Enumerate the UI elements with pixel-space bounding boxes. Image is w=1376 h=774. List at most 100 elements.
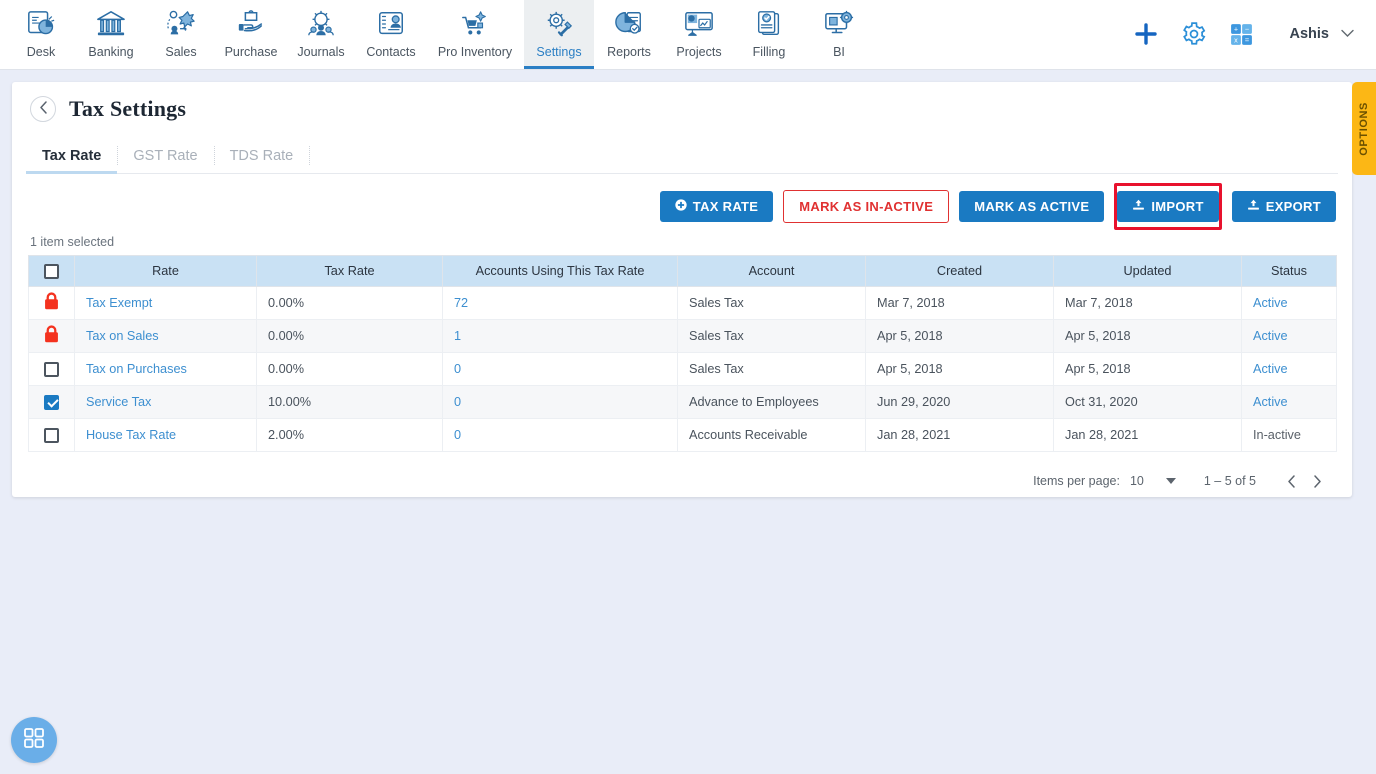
tab-gst-rate[interactable]: GST Rate xyxy=(117,138,213,173)
row-select-cell xyxy=(28,385,75,419)
status-badge[interactable]: Active xyxy=(1253,329,1288,343)
cell-accounts-using: 0 xyxy=(442,352,678,386)
back-button[interactable] xyxy=(30,96,56,122)
lock-icon xyxy=(43,325,60,347)
accounts-using-link[interactable]: 0 xyxy=(454,362,461,376)
status-badge[interactable]: Active xyxy=(1253,395,1288,409)
column-header-rate: Rate xyxy=(74,255,257,287)
chevron-down-icon xyxy=(1341,26,1354,42)
export-button[interactable]: EXPORT xyxy=(1231,191,1336,222)
row-checkbox[interactable] xyxy=(44,427,59,443)
nav-item-label: Reports xyxy=(607,45,651,59)
apps-fab-button[interactable] xyxy=(11,717,57,763)
mark-as-inactive-button[interactable]: MARK AS IN-ACTIVE xyxy=(783,190,950,223)
select-all-checkbox[interactable] xyxy=(44,263,59,279)
cell-status: Active xyxy=(1241,319,1337,353)
tab-tax-rate[interactable]: Tax Rate xyxy=(26,138,118,174)
calculator-icon[interactable]: + − x = xyxy=(1229,22,1254,47)
rate-link[interactable]: House Tax Rate xyxy=(86,428,176,442)
row-checkbox[interactable] xyxy=(44,361,59,377)
cell-tax-rate: 0.00% xyxy=(256,319,443,353)
column-header-label: Created xyxy=(936,264,983,278)
accounts-using-link[interactable]: 0 xyxy=(454,428,461,442)
svg-text:x: x xyxy=(1234,35,1238,44)
rate-link[interactable]: Tax on Purchases xyxy=(86,362,187,376)
table-row[interactable]: Tax on Sales 0.00% 1 Sales Tax Apr 5, 2018 Ap… xyxy=(28,319,1337,353)
previous-page-button[interactable] xyxy=(1278,468,1304,494)
nav-item-label: Purchase xyxy=(224,45,278,59)
tax-rate-button[interactable]: TAX RATE xyxy=(659,191,774,222)
items-per-page-value[interactable]: 10 xyxy=(1130,474,1144,488)
cell-updated: Oct 31, 2020 xyxy=(1053,385,1242,419)
cell-status: Active xyxy=(1241,385,1337,419)
mark-as-inactive-label: MARK AS IN-ACTIVE xyxy=(799,199,934,214)
cell-status: In-active xyxy=(1241,418,1337,452)
plus-icon[interactable] xyxy=(1133,21,1159,47)
cell-updated: Apr 5, 2018 xyxy=(1053,352,1242,386)
nav-item-filling[interactable]: Filling xyxy=(734,0,804,69)
contacts-card-icon xyxy=(376,7,406,41)
reports-pie-doc-icon xyxy=(614,7,644,41)
cell-created: Jun 29, 2020 xyxy=(865,385,1054,419)
user-menu[interactable]: Ashis xyxy=(1290,26,1355,42)
nav-item-purchase[interactable]: Purchase xyxy=(216,0,286,69)
nav-item-projects[interactable]: Projects xyxy=(664,0,734,69)
svg-text:+: + xyxy=(1233,24,1237,33)
items-per-page-dropdown-icon[interactable] xyxy=(1165,478,1176,484)
table-row[interactable]: Tax on Purchases 0.00% 0 Sales Tax Apr 5, 20… xyxy=(28,352,1337,386)
nav-item-banking[interactable]: Banking xyxy=(76,0,146,69)
table-row[interactable]: House Tax Rate 2.00% 0 Accounts Receivable J… xyxy=(28,418,1337,452)
import-button[interactable]: IMPORT xyxy=(1117,191,1219,222)
chevron-left-icon xyxy=(39,101,48,117)
cell-rate: Tax Exempt xyxy=(74,286,257,320)
cell-account: Sales Tax xyxy=(677,286,866,320)
nav-item-bi[interactable]: BI xyxy=(804,0,874,69)
nav-item-desk[interactable]: Desk xyxy=(6,0,76,69)
options-side-tab[interactable]: OPTIONS xyxy=(1352,82,1376,175)
export-button-label: EXPORT xyxy=(1265,199,1321,214)
mark-as-active-button[interactable]: MARK AS ACTIVE xyxy=(959,191,1105,222)
nav-item-journals[interactable]: Journals xyxy=(286,0,356,69)
rate-link[interactable]: Tax Exempt xyxy=(86,296,152,310)
action-button-row: TAX RATE MARK AS IN-ACTIVE MARK AS ACTIV… xyxy=(12,174,1352,230)
table-row[interactable]: Tax Exempt 0.00% 72 Sales Tax Mar 7, 2018 Mar… xyxy=(28,286,1337,320)
tab-tds-rate[interactable]: TDS Rate xyxy=(213,138,310,173)
options-side-tab-label: OPTIONS xyxy=(1358,101,1370,156)
rate-link[interactable]: Tax on Sales xyxy=(86,329,159,343)
rate-link[interactable]: Service Tax xyxy=(86,395,151,409)
status-badge[interactable]: Active xyxy=(1253,296,1288,310)
nav-item-label: Pro Inventory xyxy=(437,45,513,59)
accounts-using-link[interactable]: 72 xyxy=(454,296,468,310)
nav-item-contacts[interactable]: Contacts xyxy=(356,0,426,69)
cell-account: Accounts Receivable xyxy=(677,418,866,452)
selection-count-label: 1 item selected xyxy=(30,235,115,249)
status-badge[interactable]: Active xyxy=(1253,362,1288,376)
nav-item-label: Settings xyxy=(536,45,582,59)
column-header-label: Status xyxy=(1271,264,1307,278)
cell-rate: Tax on Purchases xyxy=(74,352,257,386)
cell-tax-rate: 2.00% xyxy=(256,418,443,452)
column-header-tax-rate: Tax Rate xyxy=(256,255,443,287)
tab-label: Tax Rate xyxy=(42,147,102,164)
table-body: Tax Exempt 0.00% 72 Sales Tax Mar 7, 2018 Mar… xyxy=(28,286,1337,452)
gear-icon[interactable] xyxy=(1181,21,1207,47)
nav-item-list: Desk Banking Sales Purchase Journals Contacts… xyxy=(0,0,874,69)
nav-item-sales[interactable]: Sales xyxy=(146,0,216,69)
accounts-using-link[interactable]: 0 xyxy=(454,395,461,409)
paginator: Items per page: 10 1 – 5 of 5 xyxy=(12,452,1352,494)
row-checkbox[interactable] xyxy=(44,394,59,410)
nav-item-label: Projects xyxy=(676,45,722,59)
cell-updated: Jan 28, 2021 xyxy=(1053,418,1242,452)
table-row[interactable]: Service Tax 10.00% 0 Advance to Employees Ju… xyxy=(28,385,1337,419)
cell-tax-rate: 10.00% xyxy=(256,385,443,419)
column-header-label: Account xyxy=(748,264,795,278)
top-navigation-bar: Desk Banking Sales Purchase Journals Contacts… xyxy=(0,0,1376,70)
nav-item-settings[interactable]: Settings xyxy=(524,0,594,69)
nav-item-reports[interactable]: Reports xyxy=(594,0,664,69)
nav-item-pro-inventory[interactable]: Pro Inventory xyxy=(426,0,524,69)
next-page-button[interactable] xyxy=(1304,468,1330,494)
accounts-using-link[interactable]: 1 xyxy=(454,329,461,343)
cell-account: Sales Tax xyxy=(677,319,866,353)
user-name-label: Ashis xyxy=(1289,26,1330,42)
tax-rate-table: Rate Tax Rate Accounts Using This Tax Rate… xyxy=(28,255,1337,452)
